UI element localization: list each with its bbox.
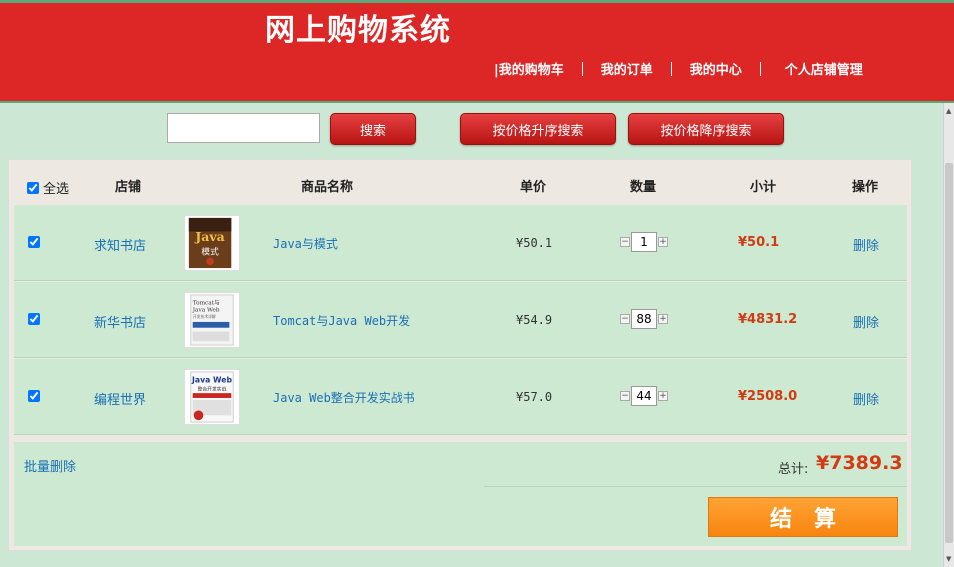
quantity-input[interactable]	[631, 386, 657, 406]
svg-text:Java Web: Java Web	[192, 307, 220, 313]
scroll-up-icon[interactable]: ▲	[946, 107, 951, 115]
item-shop-link[interactable]: 求知书店	[94, 235, 146, 254]
svg-text:Tomcat与: Tomcat与	[193, 299, 220, 307]
header-action: 操作	[852, 180, 879, 195]
minus-icon[interactable]: −	[620, 391, 630, 401]
total-value: ¥7389.3	[816, 452, 903, 474]
item-shop-link[interactable]: 编程世界	[94, 389, 146, 408]
nav-my-cart[interactable]: |我的购物车	[494, 59, 564, 78]
header-shop: 店铺	[115, 180, 142, 195]
minus-icon[interactable]: −	[620, 237, 630, 247]
header-subtotal: 小计	[750, 180, 777, 195]
book-cover-java-patterns-icon[interactable]: Java 模式	[184, 215, 240, 271]
item-unit-price: ¥50.1	[516, 236, 553, 250]
nav-separator	[670, 61, 672, 76]
item-unit-price: ¥57.0	[516, 390, 553, 404]
header-product-name: 商品名称	[301, 180, 354, 195]
header-bar: 网上购物系统 |我的购物车 我的订单 我的中心 个人店铺管理	[0, 0, 954, 103]
delete-link[interactable]: 删除	[853, 389, 879, 408]
svg-text:Java Web: Java Web	[191, 376, 232, 385]
item-subtotal: ¥2508.0	[738, 389, 798, 404]
scrollbar-thumb[interactable]	[945, 163, 953, 543]
delete-link[interactable]: 删除	[853, 312, 879, 331]
select-all-label: 全选	[43, 182, 70, 197]
batch-delete-link[interactable]: 批量删除	[24, 456, 76, 475]
nav-separator	[581, 61, 583, 76]
item-subtotal: ¥50.1	[738, 235, 780, 250]
nav-my-center[interactable]: 我的中心	[690, 59, 742, 78]
delete-link[interactable]: 删除	[853, 235, 879, 254]
top-nav: |我的购物车 我的订单 我的中心 个人店铺管理	[494, 59, 863, 78]
sort-price-asc-button[interactable]: 按价格升序搜索	[460, 113, 616, 145]
svg-text:模式: 模式	[201, 246, 219, 258]
plus-icon[interactable]: +	[658, 237, 668, 247]
minus-icon[interactable]: −	[620, 314, 630, 324]
nav-shop-management[interactable]: 个人店铺管理	[785, 59, 863, 78]
site-title: 网上购物系统	[265, 13, 451, 48]
select-all[interactable]: 全选	[27, 178, 69, 197]
cart-row: 编程世界 Java Web 整合开发实战 Java Web整合开发实战书 ¥57…	[14, 359, 907, 435]
quantity-stepper: − +	[620, 232, 668, 252]
checkout-button[interactable]: 结算	[708, 497, 898, 537]
search-button[interactable]: 搜索	[330, 113, 416, 145]
header-unit-price: 单价	[520, 180, 547, 195]
quantity-input[interactable]	[631, 309, 657, 329]
item-checkbox[interactable]	[28, 313, 40, 325]
item-unit-price: ¥54.9	[516, 313, 553, 327]
header-quantity: 数量	[630, 180, 657, 195]
svg-text:整合开发实战: 整合开发实战	[198, 385, 227, 392]
nav-separator	[759, 61, 761, 76]
quantity-stepper: − +	[620, 386, 668, 406]
item-shop-link[interactable]: 新华书店	[94, 312, 146, 331]
search-toolbar: 搜索 按价格升序搜索 按价格降序搜索	[0, 113, 940, 145]
book-cover-javaweb-icon[interactable]: Java Web 整合开发实战	[184, 369, 240, 425]
cart-table: 全选 店铺 商品名称 单价 数量 小计 操作 求知书店 Java 模式 Java…	[8, 159, 912, 551]
cart-row: 求知书店 Java 模式 Java与模式 ¥50.1 − + ¥50.1 删除	[14, 205, 907, 281]
search-input[interactable]	[167, 113, 320, 143]
item-name-link[interactable]: Java与模式	[273, 235, 338, 252]
item-checkbox[interactable]	[28, 390, 40, 402]
book-cover-tomcat-icon[interactable]: Tomcat与 Java Web 开发技术详解	[184, 292, 240, 348]
svg-text:Java: Java	[194, 229, 224, 244]
item-name-link[interactable]: Java Web整合开发实战书	[273, 389, 415, 406]
nav-my-orders[interactable]: 我的订单	[601, 59, 653, 78]
sort-price-desc-button[interactable]: 按价格降序搜索	[628, 113, 784, 145]
total-label: 总计:	[778, 462, 809, 477]
footer-divider	[484, 486, 907, 487]
item-subtotal: ¥4831.2	[738, 312, 798, 327]
cart-footer: 批量删除 总计: ¥7389.3 结算	[14, 442, 907, 546]
item-name-link[interactable]: Tomcat与Java Web开发	[273, 312, 410, 329]
scroll-down-icon[interactable]: ▼	[946, 555, 951, 563]
page-scrollbar[interactable]: ▲ ▼	[943, 103, 954, 567]
item-checkbox[interactable]	[28, 236, 40, 248]
cart-row: 新华书店 Tomcat与 Java Web 开发技术详解 Tomcat与Java…	[14, 282, 907, 358]
svg-text:开发技术详解: 开发技术详解	[193, 314, 216, 319]
cart-header-row: 全选 店铺 商品名称 单价 数量 小计 操作	[9, 160, 911, 206]
plus-icon[interactable]: +	[658, 391, 668, 401]
quantity-stepper: − +	[620, 309, 668, 329]
select-all-checkbox[interactable]	[27, 181, 39, 194]
plus-icon[interactable]: +	[658, 314, 668, 324]
quantity-input[interactable]	[631, 232, 657, 252]
